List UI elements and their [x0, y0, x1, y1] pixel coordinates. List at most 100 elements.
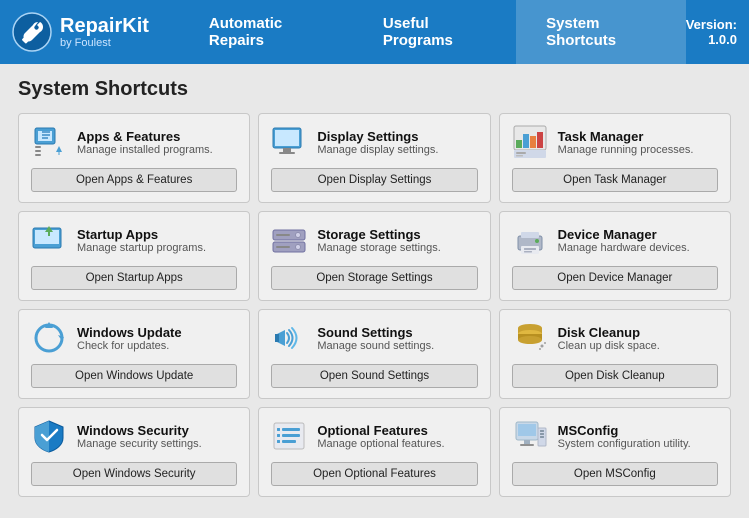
- card-header: Apps & Features Manage installed program…: [31, 124, 237, 160]
- card-header: Optional Features Manage optional featur…: [271, 418, 477, 454]
- card-storage-settings: Storage Settings Manage storage settings…: [258, 211, 490, 301]
- card-sound-settings: Sound Settings Manage sound settings. Op…: [258, 309, 490, 399]
- open-disk-cleanup-button[interactable]: Open Disk Cleanup: [512, 364, 718, 388]
- windows-security-icon: [31, 418, 67, 454]
- card-optional-features: Optional Features Manage optional featur…: [258, 407, 490, 497]
- sound-settings-icon: [271, 320, 307, 356]
- card-msconfig: MSConfig System configuration utility. O…: [499, 407, 731, 497]
- open-device-manager-button[interactable]: Open Device Manager: [512, 266, 718, 290]
- nav-useful-programs[interactable]: Useful Programs: [353, 0, 516, 64]
- logo-area: RepairKit by Foulest: [12, 12, 149, 52]
- version-label: Version:: [686, 17, 737, 32]
- card-info: Apps & Features Manage installed program…: [77, 129, 213, 156]
- card-info: Startup Apps Manage startup programs.: [77, 227, 206, 254]
- card-title: Sound Settings: [317, 325, 434, 340]
- card-header: Task Manager Manage running processes.: [512, 124, 718, 160]
- card-desc: Manage optional features.: [317, 438, 444, 450]
- card-title: Task Manager: [558, 129, 694, 144]
- msconfig-icon: [512, 418, 548, 454]
- card-task-manager: Task Manager Manage running processes. O…: [499, 113, 731, 203]
- card-title: Optional Features: [317, 423, 444, 438]
- main-content: System Shortcuts: [0, 64, 749, 511]
- storage-settings-icon: [271, 222, 307, 258]
- main-nav: Automatic Repairs Useful Programs System…: [179, 0, 686, 64]
- card-desc: Check for updates.: [77, 340, 182, 352]
- card-desc: Manage storage settings.: [317, 242, 441, 254]
- startup-apps-icon: [31, 222, 67, 258]
- nav-automatic-repairs[interactable]: Automatic Repairs: [179, 0, 353, 64]
- device-manager-icon: [512, 222, 548, 258]
- open-apps-features-button[interactable]: Open Apps & Features: [31, 168, 237, 192]
- app-logo-icon: [12, 12, 52, 52]
- app-name: RepairKit: [60, 15, 149, 37]
- card-info: Sound Settings Manage sound settings.: [317, 325, 434, 352]
- card-windows-security: Windows Security Manage security setting…: [18, 407, 250, 497]
- card-info: Display Settings Manage display settings…: [317, 129, 438, 156]
- card-header: Disk Cleanup Clean up disk space.: [512, 320, 718, 356]
- card-header: MSConfig System configuration utility.: [512, 418, 718, 454]
- card-title: Storage Settings: [317, 227, 441, 242]
- app-byline: by Foulest: [60, 37, 149, 49]
- card-desc: Manage hardware devices.: [558, 242, 690, 254]
- open-windows-security-button[interactable]: Open Windows Security: [31, 462, 237, 486]
- card-header: Display Settings Manage display settings…: [271, 124, 477, 160]
- disk-cleanup-icon: [512, 320, 548, 356]
- open-startup-apps-button[interactable]: Open Startup Apps: [31, 266, 237, 290]
- card-info: Device Manager Manage hardware devices.: [558, 227, 690, 254]
- open-storage-settings-button[interactable]: Open Storage Settings: [271, 266, 477, 290]
- card-info: Disk Cleanup Clean up disk space.: [558, 325, 660, 352]
- card-desc: System configuration utility.: [558, 438, 691, 450]
- card-desc: Manage display settings.: [317, 144, 438, 156]
- card-info: Storage Settings Manage storage settings…: [317, 227, 441, 254]
- windows-update-icon: [31, 320, 67, 356]
- card-startup-apps: Startup Apps Manage startup programs. Op…: [18, 211, 250, 301]
- card-header: Windows Update Check for updates.: [31, 320, 237, 356]
- card-header: Sound Settings Manage sound settings.: [271, 320, 477, 356]
- card-header: Device Manager Manage hardware devices.: [512, 222, 718, 258]
- apps-features-icon: [31, 124, 67, 160]
- card-windows-update: Windows Update Check for updates. Open W…: [18, 309, 250, 399]
- card-header: Windows Security Manage security setting…: [31, 418, 237, 454]
- card-display-settings: Display Settings Manage display settings…: [258, 113, 490, 203]
- card-title: Windows Update: [77, 325, 182, 340]
- card-apps-features: Apps & Features Manage installed program…: [18, 113, 250, 203]
- card-desc: Manage running processes.: [558, 144, 694, 156]
- card-title: Device Manager: [558, 227, 690, 242]
- card-title: Display Settings: [317, 129, 438, 144]
- card-disk-cleanup: Disk Cleanup Clean up disk space. Open D…: [499, 309, 731, 399]
- card-title: Disk Cleanup: [558, 325, 660, 340]
- card-info: MSConfig System configuration utility.: [558, 423, 691, 450]
- open-task-manager-button[interactable]: Open Task Manager: [512, 168, 718, 192]
- card-desc: Clean up disk space.: [558, 340, 660, 352]
- card-info: Windows Security Manage security setting…: [77, 423, 202, 450]
- card-info: Task Manager Manage running processes.: [558, 129, 694, 156]
- open-optional-features-button[interactable]: Open Optional Features: [271, 462, 477, 486]
- open-windows-update-button[interactable]: Open Windows Update: [31, 364, 237, 388]
- open-msconfig-button[interactable]: Open MSConfig: [512, 462, 718, 486]
- open-display-settings-button[interactable]: Open Display Settings: [271, 168, 477, 192]
- card-title: MSConfig: [558, 423, 691, 438]
- logo-text: RepairKit by Foulest: [60, 15, 149, 49]
- card-desc: Manage startup programs.: [77, 242, 206, 254]
- optional-features-icon: [271, 418, 307, 454]
- display-settings-icon: [271, 124, 307, 160]
- card-desc: Manage sound settings.: [317, 340, 434, 352]
- page-title: System Shortcuts: [18, 78, 731, 101]
- card-title: Startup Apps: [77, 227, 206, 242]
- card-header: Startup Apps Manage startup programs.: [31, 222, 237, 258]
- card-info: Optional Features Manage optional featur…: [317, 423, 444, 450]
- card-desc: Manage installed programs.: [77, 144, 213, 156]
- card-info: Windows Update Check for updates.: [77, 325, 182, 352]
- card-device-manager: Device Manager Manage hardware devices. …: [499, 211, 731, 301]
- card-desc: Manage security settings.: [77, 438, 202, 450]
- shortcuts-grid: Apps & Features Manage installed program…: [18, 113, 731, 497]
- card-title: Windows Security: [77, 423, 202, 438]
- card-title: Apps & Features: [77, 129, 213, 144]
- header: RepairKit by Foulest Automatic Repairs U…: [0, 0, 749, 64]
- nav-system-shortcuts[interactable]: System Shortcuts: [516, 0, 686, 64]
- version-area: Version: 1.0.0: [686, 17, 737, 47]
- open-sound-settings-button[interactable]: Open Sound Settings: [271, 364, 477, 388]
- card-header: Storage Settings Manage storage settings…: [271, 222, 477, 258]
- task-manager-icon: [512, 124, 548, 160]
- version-value: 1.0.0: [708, 32, 737, 47]
